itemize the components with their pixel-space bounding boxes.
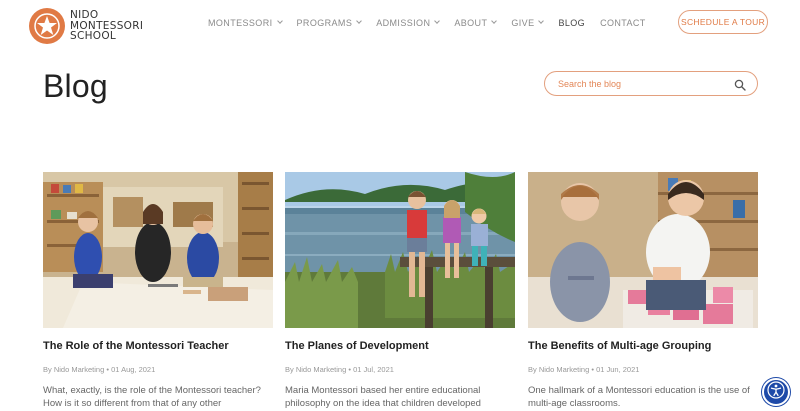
post-excerpt: One hallmark of a Montessori education i… bbox=[528, 385, 750, 409]
nav-item-admission[interactable]: ADMISSION bbox=[376, 18, 441, 28]
blog-search bbox=[544, 71, 758, 96]
post-meta: By Nido Marketing • 01 Jun, 2021 bbox=[528, 365, 640, 374]
nav-item-programs[interactable]: PROGRAMS bbox=[296, 18, 363, 28]
nav-label: CONTACT bbox=[600, 18, 646, 28]
post-thumbnail[interactable] bbox=[528, 172, 758, 328]
nav-item-give[interactable]: GIVE bbox=[511, 18, 545, 28]
post-meta: By Nido Marketing • 01 Aug, 2021 bbox=[43, 365, 156, 374]
accessibility-icon bbox=[767, 380, 785, 404]
nav-item-montessori[interactable]: MONTESSORI bbox=[208, 18, 283, 28]
nav-label: ABOUT bbox=[454, 18, 488, 28]
main-nav: MONTESSORI PROGRAMS ADMISSION ABOUT GIVE… bbox=[208, 18, 661, 28]
post-title[interactable]: The Planes of Development bbox=[285, 340, 515, 352]
post-title[interactable]: The Benefits of Multi-age Grouping bbox=[528, 340, 758, 352]
schedule-tour-button[interactable]: SCHEDULE A TOUR bbox=[678, 10, 768, 34]
nav-label: BLOG bbox=[558, 18, 586, 28]
logo-wordmark: NIDO MONTESSORI SCHOOL bbox=[70, 10, 143, 42]
blog-post-card[interactable]: The Benefits of Multi-age Grouping By Ni… bbox=[528, 172, 758, 410]
nav-item-about[interactable]: ABOUT bbox=[454, 18, 498, 28]
chevron-down-icon bbox=[276, 18, 283, 24]
site-logo[interactable]: NIDO MONTESSORI SCHOOL bbox=[29, 8, 143, 44]
nav-label: MONTESSORI bbox=[208, 18, 273, 28]
nav-label: PROGRAMS bbox=[296, 18, 353, 28]
post-excerpt: What, exactly, is the role of the Montes… bbox=[43, 385, 261, 409]
nav-label: ADMISSION bbox=[376, 18, 431, 28]
logo-line: SCHOOL bbox=[70, 30, 117, 43]
nav-item-contact[interactable]: CONTACT bbox=[600, 18, 646, 28]
search-icon[interactable] bbox=[734, 78, 746, 91]
blog-post-card[interactable]: The Role of the Montessori Teacher By Ni… bbox=[43, 172, 273, 410]
chevron-down-icon bbox=[356, 18, 363, 24]
search-input[interactable] bbox=[558, 78, 734, 89]
post-meta: By Nido Marketing • 01 Jul, 2021 bbox=[285, 365, 394, 374]
chevron-down-icon bbox=[538, 18, 545, 24]
blog-post-card[interactable]: The Planes of Development By Nido Market… bbox=[285, 172, 515, 410]
post-excerpt: Maria Montessori based her entire educat… bbox=[285, 385, 481, 409]
chevron-down-icon bbox=[434, 18, 441, 24]
nav-item-blog[interactable]: BLOG bbox=[558, 18, 585, 28]
nav-label: GIVE bbox=[511, 18, 535, 28]
post-thumbnail[interactable] bbox=[43, 172, 273, 328]
post-title[interactable]: The Role of the Montessori Teacher bbox=[43, 340, 273, 352]
page-title: Blog bbox=[43, 68, 108, 104]
chevron-down-icon bbox=[491, 18, 498, 24]
post-thumbnail[interactable] bbox=[285, 172, 515, 328]
accessibility-button[interactable] bbox=[762, 378, 790, 406]
star-logo-icon bbox=[29, 8, 65, 44]
